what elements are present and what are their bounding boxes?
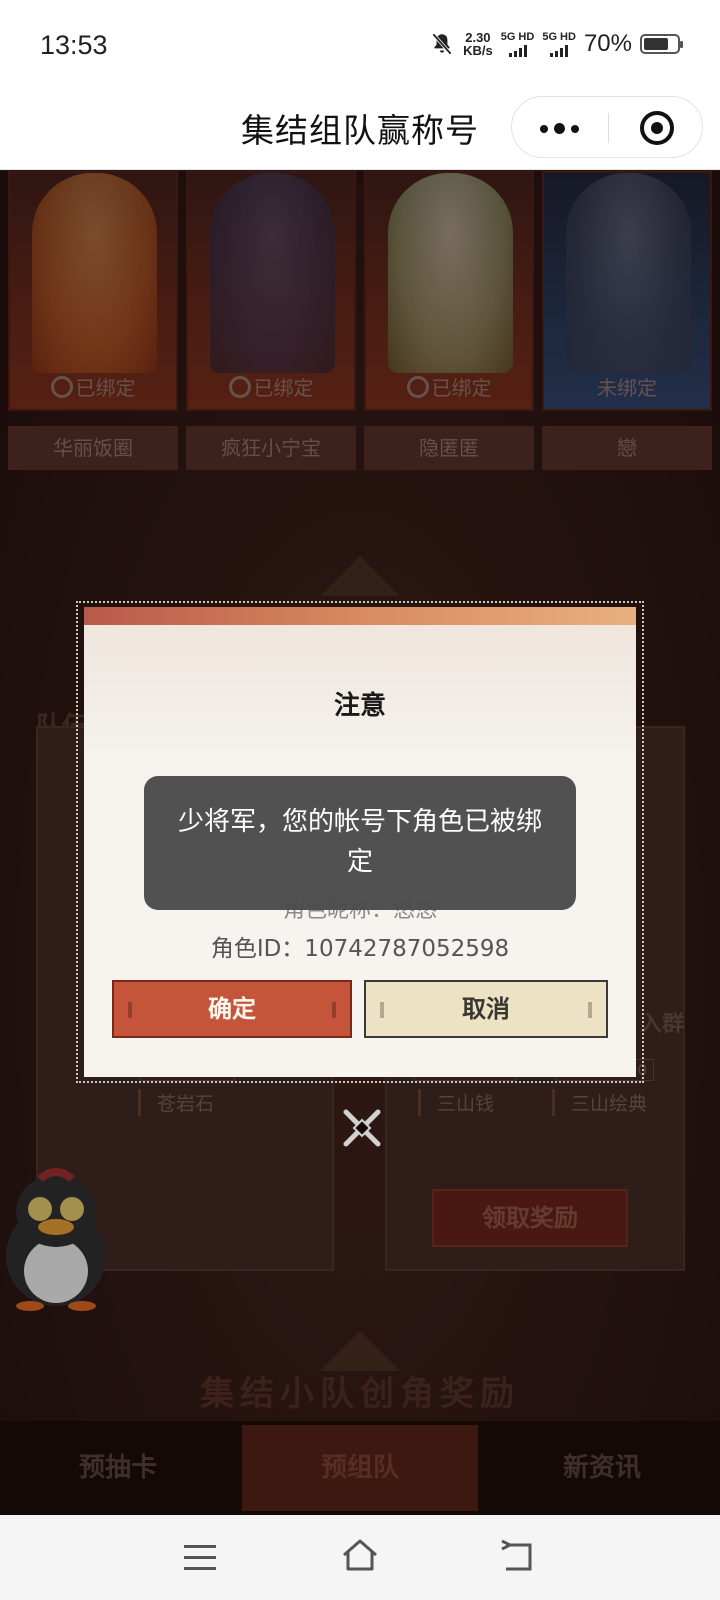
confirm-button[interactable]: 确定 (112, 980, 352, 1038)
net-label-1: 5G HD (500, 30, 535, 43)
signal-icon: 5G HD (500, 30, 535, 57)
battery-icon (640, 34, 683, 54)
capsule-menu (511, 96, 703, 158)
dialog-header-strip (84, 607, 636, 625)
toast-message: 少将军，您的帐号下角色已被绑定 (144, 776, 576, 910)
role-id: 角色ID：10742787052598 (210, 936, 510, 962)
dialog-title: 注意 (333, 691, 386, 721)
status-icons: 2.30 KB/s 5G HD 5G HD 70% (429, 30, 683, 58)
cancel-label: 取消 (462, 994, 510, 1023)
mute-bell-icon (432, 33, 452, 55)
system-navbar (0, 1515, 720, 1600)
menu-icon[interactable] (184, 1545, 216, 1578)
speed-unit: KB/s (463, 43, 493, 58)
close-miniprogram-icon[interactable] (640, 111, 674, 145)
mini-program-header: 集结组队赢称号 (0, 90, 720, 170)
more-icon[interactable] (540, 123, 579, 134)
signal-icon-2: 5G HD (542, 30, 576, 57)
status-bar: 13:53 2.30 KB/s 5G HD 5G HD 70% (0, 0, 720, 90)
capsule-divider (608, 113, 609, 143)
battery-percent: 70% (583, 30, 632, 57)
cancel-button[interactable]: 取消 (364, 980, 608, 1038)
net-label-2: 5G HD (542, 30, 576, 43)
network-speed: 2.30 KB/s (463, 31, 493, 57)
home-icon[interactable] (340, 1537, 380, 1573)
status-time: 13:53 (40, 30, 108, 60)
back-icon[interactable] (500, 1539, 536, 1573)
confirm-label: 确定 (208, 994, 256, 1023)
